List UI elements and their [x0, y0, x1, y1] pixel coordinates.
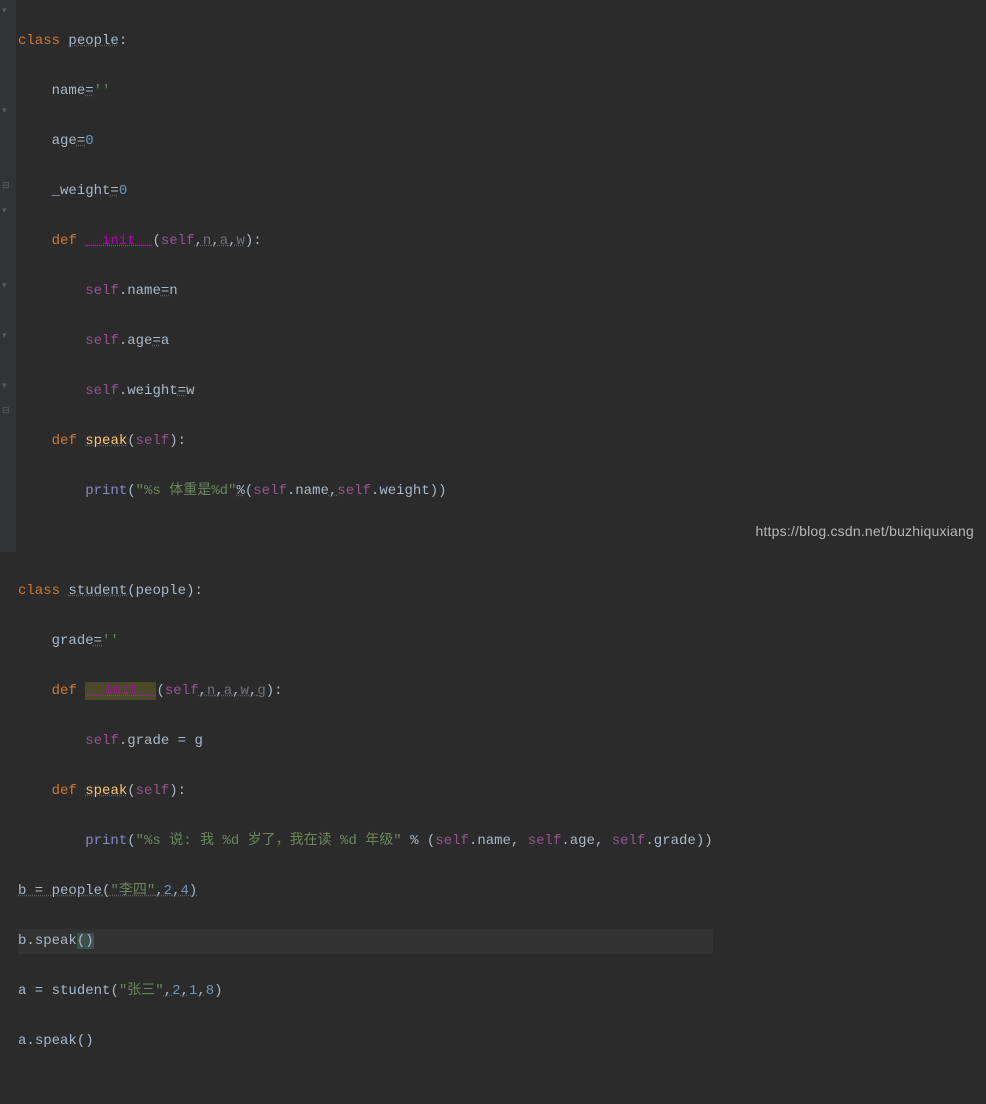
code-area[interactable]: class people: name='' age=0 _weight=0 de…: [16, 0, 713, 552]
fold-icon[interactable]: ▾: [2, 381, 12, 391]
fold-icon[interactable]: ▾: [2, 6, 12, 16]
code-line[interactable]: def speak(self):: [18, 779, 713, 804]
code-line[interactable]: a.speak(): [18, 1029, 713, 1054]
code-line[interactable]: a = student("张三",2,1,8): [18, 979, 713, 1004]
code-line[interactable]: self.weight=w: [18, 379, 713, 404]
fold-icon[interactable]: ▾: [2, 281, 12, 291]
code-line-current[interactable]: b.speak(): [18, 929, 713, 954]
code-line[interactable]: def __init__(self,n,a,w):: [18, 229, 713, 254]
fold-icon[interactable]: ▾: [2, 331, 12, 341]
code-line[interactable]: b = people("李四",2,4): [18, 879, 713, 904]
code-line[interactable]: def speak(self):: [18, 429, 713, 454]
code-line[interactable]: print("%s 体重是%d"%(self.name,self.weight)…: [18, 479, 713, 504]
code-line[interactable]: [18, 529, 713, 554]
watermark: https://blog.csdn.net/buzhiquxiang: [755, 519, 974, 544]
code-line[interactable]: class student(people):: [18, 579, 713, 604]
code-line[interactable]: grade='': [18, 629, 713, 654]
code-line[interactable]: age=0: [18, 129, 713, 154]
code-line[interactable]: _weight=0: [18, 179, 713, 204]
code-line[interactable]: name='': [18, 79, 713, 104]
code-line[interactable]: def __init__(self,n,a,w,g):: [18, 679, 713, 704]
code-line[interactable]: print("%s 说: 我 %d 岁了，我在读 %d 年级" % (self.…: [18, 829, 713, 854]
code-editor[interactable]: ▾ ▾ ⊟ ▾ ▾ ▾ ▾ ⊟ class people: name='' ag…: [0, 0, 986, 552]
code-line[interactable]: self.grade = g: [18, 729, 713, 754]
fold-icon[interactable]: ▾: [2, 206, 12, 216]
code-line[interactable]: self.name=n: [18, 279, 713, 304]
code-line[interactable]: self.age=a: [18, 329, 713, 354]
fold-icon[interactable]: ▾: [2, 106, 12, 116]
struct-icon: ⊟: [2, 406, 12, 416]
code-line[interactable]: class people:: [18, 29, 713, 54]
gutter: ▾ ▾ ⊟ ▾ ▾ ▾ ▾ ⊟: [0, 0, 16, 552]
struct-icon: ⊟: [2, 181, 12, 191]
